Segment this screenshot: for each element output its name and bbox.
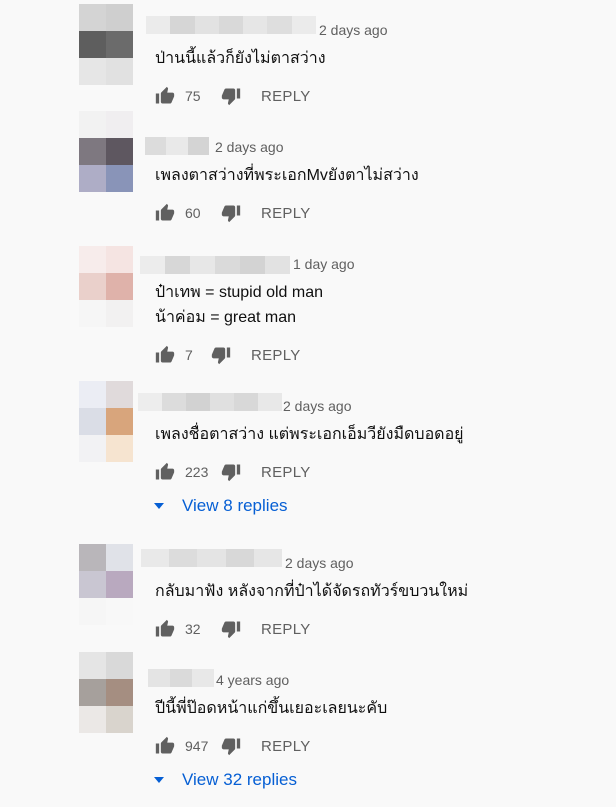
view-replies-button[interactable]: View 8 replies <box>153 496 288 516</box>
author-name[interactable] <box>146 16 316 34</box>
caret-down-icon <box>154 777 164 783</box>
name-pixel <box>190 256 215 274</box>
thumbs-up-icon[interactable] <box>155 345 175 365</box>
view-replies-label: View 32 replies <box>182 770 297 789</box>
name-pixel <box>210 393 234 411</box>
comment-actions: 223 REPLY <box>155 460 311 484</box>
comment-timestamp[interactable]: 4 years ago <box>216 672 289 688</box>
comment-timestamp[interactable]: 2 days ago <box>285 555 354 571</box>
reply-button[interactable]: REPLY <box>251 347 301 364</box>
name-pixel <box>146 16 171 34</box>
name-pixel <box>215 256 240 274</box>
comment-actions: 60 REPLY <box>155 201 311 225</box>
name-pixel <box>194 16 219 34</box>
name-pixel <box>170 669 192 687</box>
comment-timestamp[interactable]: 2 days ago <box>215 139 284 155</box>
name-pixel <box>218 16 244 34</box>
name-pixel <box>187 137 209 155</box>
avatar[interactable] <box>79 111 133 192</box>
comment-actions: 75 REPLY <box>155 84 311 108</box>
like-count: 947 <box>185 738 209 754</box>
name-pixel <box>141 549 170 567</box>
author-name[interactable] <box>148 669 214 687</box>
name-pixel <box>258 393 282 411</box>
comment-text-line: ป่านนี้แล้วก็ยังไม่ตาสว่าง <box>155 50 326 67</box>
thumbs-up-icon[interactable] <box>155 462 175 482</box>
name-pixel <box>169 549 198 567</box>
name-pixel <box>148 669 170 687</box>
comment-text: ป๋าเทพ = stupid old man น้าค่อม = great … <box>155 280 323 330</box>
name-pixel <box>291 16 316 34</box>
name-pixel <box>162 393 186 411</box>
name-pixel <box>170 16 195 34</box>
comment-text-line: กลับมาฟัง หลังจากที่ป๋าได้จัดรถทัวร์ขบวน… <box>155 583 469 600</box>
caret-down-icon <box>154 503 164 509</box>
reply-button[interactable]: REPLY <box>261 88 311 105</box>
reply-button[interactable]: REPLY <box>261 205 311 222</box>
comment-text: เพลงตาสว่างที่พระเอกMvยังตาไม่สว่าง <box>155 163 419 188</box>
reply-button[interactable]: REPLY <box>261 738 311 755</box>
avatar[interactable] <box>79 246 133 327</box>
author-name[interactable] <box>140 256 290 274</box>
comment-text-line: ปีนี้พี่ป๊อดหน้าแก่ขึ้นเยอะเลยนะคับ <box>155 700 388 717</box>
comment-timestamp[interactable]: 2 days ago <box>319 22 388 38</box>
name-pixel <box>186 393 210 411</box>
thumbs-up-icon[interactable] <box>155 619 175 639</box>
like-count: 223 <box>185 464 209 480</box>
name-pixel <box>138 393 162 411</box>
thumbs-up-icon[interactable] <box>155 736 175 756</box>
like-count: 75 <box>185 88 201 104</box>
name-pixel <box>234 393 258 411</box>
author-name[interactable] <box>138 393 282 411</box>
comment-actions: 7 REPLY <box>155 343 301 367</box>
name-pixel <box>225 549 254 567</box>
like-count: 60 <box>185 205 201 221</box>
name-pixel <box>265 256 290 274</box>
name-pixel <box>192 669 214 687</box>
like-count: 32 <box>185 621 201 637</box>
comment-actions: 947 REPLY <box>155 734 311 758</box>
name-pixel <box>166 137 188 155</box>
name-pixel <box>197 549 226 567</box>
thumbs-down-icon[interactable] <box>221 86 241 106</box>
comment-timestamp[interactable]: 1 day ago <box>293 256 355 272</box>
name-pixel <box>243 16 268 34</box>
comment-text-line: เพลงชื่อตาสว่าง แต่พระเอกเอ็มวียังมืดบอด… <box>155 426 464 443</box>
name-pixel <box>253 549 282 567</box>
comment-timestamp[interactable]: 2 days ago <box>283 398 352 414</box>
name-pixel <box>165 256 190 274</box>
avatar[interactable] <box>79 652 133 733</box>
reply-button[interactable]: REPLY <box>261 621 311 638</box>
comment-text: เพลงชื่อตาสว่าง แต่พระเอกเอ็มวียังมืดบอด… <box>155 422 464 447</box>
thumbs-down-icon[interactable] <box>221 203 241 223</box>
author-name[interactable] <box>141 549 282 567</box>
comment-text-line: น้าค่อม = great man <box>155 309 297 326</box>
author-name[interactable] <box>145 137 209 155</box>
comment-actions: 32 REPLY <box>155 617 311 641</box>
comment-text: ป่านนี้แล้วก็ยังไม่ตาสว่าง <box>155 46 326 71</box>
name-pixel <box>240 256 265 274</box>
comment-text: กลับมาฟัง หลังจากที่ป๋าได้จัดรถทัวร์ขบวน… <box>155 579 468 604</box>
thumbs-down-icon[interactable] <box>221 619 241 639</box>
thumbs-down-icon[interactable] <box>221 462 241 482</box>
thumbs-down-icon[interactable] <box>211 345 231 365</box>
like-count: 7 <box>185 347 193 363</box>
avatar[interactable] <box>79 544 133 625</box>
comment-text: ปีนี้พี่ป๊อดหน้าแก่ขึ้นเยอะเลยนะคับ <box>155 696 387 721</box>
name-pixel <box>140 256 165 274</box>
thumbs-up-icon[interactable] <box>155 86 175 106</box>
comment-text-line: เพลงตาสว่างที่พระเอกMvยังตาไม่สว่าง <box>155 167 419 184</box>
view-replies-button[interactable]: View 32 replies <box>153 770 297 790</box>
thumbs-up-icon[interactable] <box>155 203 175 223</box>
avatar[interactable] <box>79 4 133 85</box>
comment-text-line: ป๋าเทพ = stupid old man <box>155 284 323 301</box>
name-pixel <box>267 16 292 34</box>
view-replies-label: View 8 replies <box>182 496 288 515</box>
thumbs-down-icon[interactable] <box>221 736 241 756</box>
name-pixel <box>145 137 167 155</box>
avatar[interactable] <box>79 381 133 462</box>
reply-button[interactable]: REPLY <box>261 464 311 481</box>
